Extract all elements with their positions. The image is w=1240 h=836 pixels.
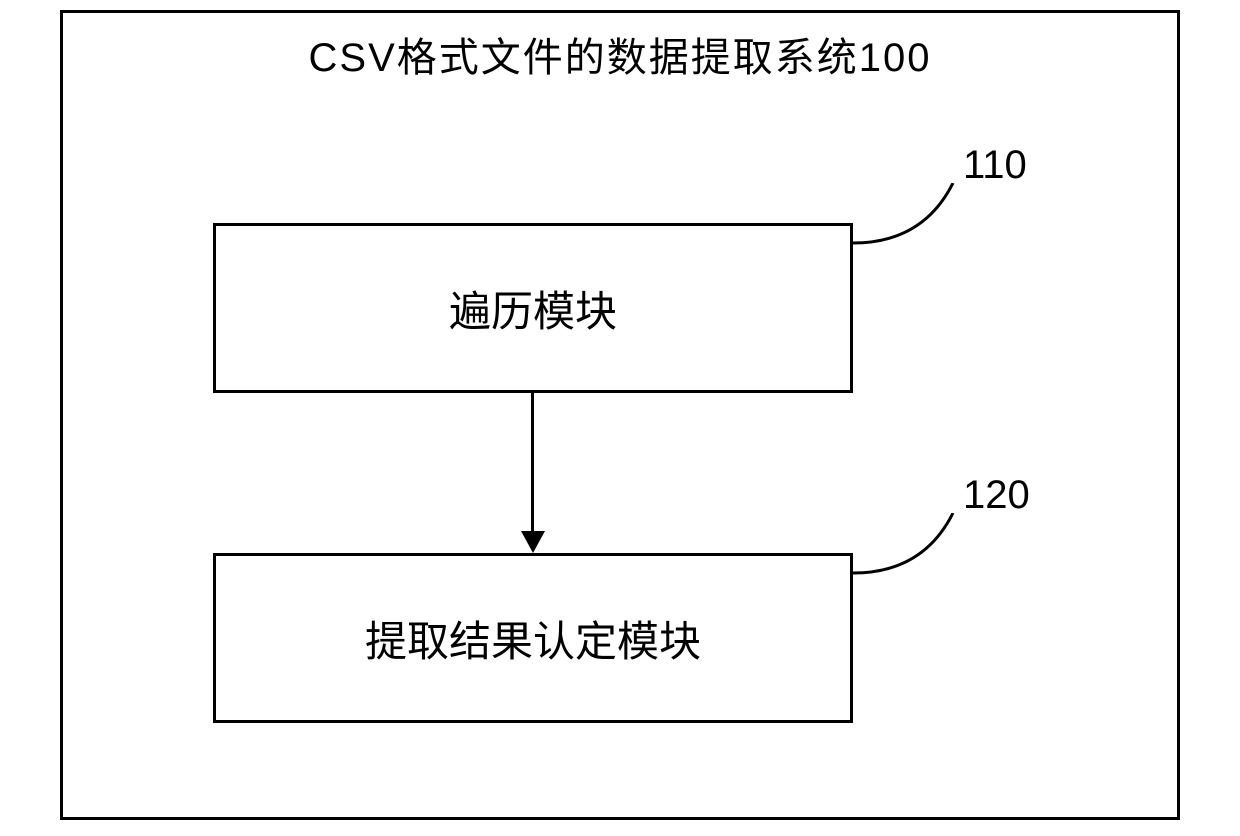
arrow-head-icon [521,531,545,553]
ref-label-1: 110 [963,143,1027,188]
diagram-frame: CSV格式文件的数据提取系统100 遍历模块 110 提取结果认定模块 120 [60,10,1180,820]
callout-curve-2 [853,513,973,593]
callout-curve-1 [853,183,973,263]
ref-label-2: 120 [963,473,1030,518]
box-label: 遍历模块 [449,278,617,339]
box-extract-result-module: 提取结果认定模块 [213,553,853,723]
box-traverse-module: 遍历模块 [213,223,853,393]
box-label: 提取结果认定模块 [365,608,701,669]
diagram-title: CSV格式文件的数据提取系统100 [63,25,1177,83]
arrow-shaft [531,393,534,533]
